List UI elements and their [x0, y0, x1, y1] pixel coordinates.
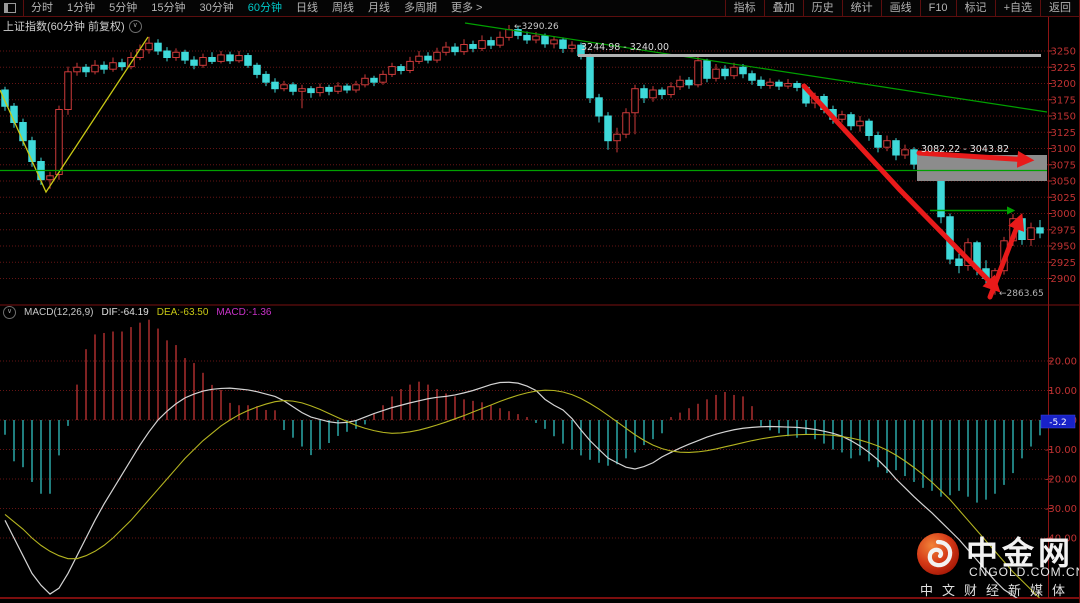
macd-indicator-label: MACD(12,26,9) — [24, 307, 93, 318]
candlesticks[interactable] — [2, 25, 1044, 295]
svg-text:2950: 2950 — [1051, 242, 1076, 253]
svg-text:3000: 3000 — [1051, 209, 1076, 220]
instrument-title: 上证指数(60分钟 前复权) — [3, 18, 125, 34]
dif-line — [5, 382, 1040, 603]
svg-text:3225: 3225 — [1051, 63, 1076, 74]
svg-text:10.00: 10.00 — [1048, 386, 1077, 397]
svg-text:2900: 2900 — [1051, 274, 1076, 285]
drawing-annotations[interactable] — [0, 23, 1047, 297]
dea-line — [5, 390, 1040, 598]
macd-grid: 20.0010.000.00-10.00-20.00-30.00-40.00 — [0, 357, 1077, 545]
svg-text:3082.22 - 3043.82: 3082.22 - 3043.82 — [921, 144, 1009, 155]
svg-text:←3290.26: ←3290.26 — [514, 22, 559, 32]
svg-text:2925: 2925 — [1051, 258, 1076, 269]
svg-text:-5.2: -5.2 — [1049, 418, 1067, 428]
macd-macd-value: MACD:-1.36 — [216, 307, 271, 318]
svg-text:3250: 3250 — [1051, 47, 1076, 58]
cngold-watermark: 中金网 CNGOLD.COM.CN 中文财经新媒体 — [896, 524, 1080, 602]
svg-text:3244.98 - 3240.00: 3244.98 - 3240.00 — [581, 42, 669, 53]
svg-text:-30.00: -30.00 — [1045, 504, 1077, 515]
svg-text:-20.00: -20.00 — [1045, 475, 1077, 486]
trading-app-window: 分时1分钟5分钟15分钟30分钟60分钟日线周线月线多周期更多 > 指标叠加历史… — [0, 0, 1080, 603]
macd-value-tag: -5.2 — [1041, 415, 1075, 428]
svg-text:3100: 3100 — [1051, 144, 1076, 155]
macd-lines — [5, 382, 1040, 603]
chart-canvas[interactable]: 3250 3225 3200 3175 3150 3125 3100 3075 3050 3025… — [0, 0, 1080, 603]
svg-text:3050: 3050 — [1051, 177, 1076, 188]
price-grid: 3250 3225 3200 3175 3150 3125 3100 3075 3050 3025… — [0, 47, 1076, 286]
svg-text:-10.00: -10.00 — [1045, 445, 1077, 456]
svg-text:3175: 3175 — [1051, 95, 1076, 106]
watermark-tagline: 中文财经新媒体 — [920, 580, 1074, 599]
macd-dif-value: DIF:-64.19 — [101, 307, 148, 318]
price-pane-header: 上证指数(60分钟 前复权) — [3, 18, 142, 34]
cngold-logo-icon — [916, 532, 960, 576]
macd-dea-value: DEA:-63.50 — [157, 307, 209, 318]
collapse-pane-icon[interactable] — [129, 20, 142, 33]
svg-text:←2863.65: ←2863.65 — [999, 289, 1044, 299]
svg-text:2975: 2975 — [1051, 225, 1076, 236]
svg-text:3075: 3075 — [1051, 160, 1076, 171]
svg-text:3025: 3025 — [1051, 193, 1076, 204]
svg-text:3200: 3200 — [1051, 79, 1076, 90]
macd-pane-header: MACD(12,26,9) DIF:-64.19 DEA:-63.50 MACD… — [3, 306, 271, 319]
svg-text:3150: 3150 — [1051, 112, 1076, 123]
svg-text:20.00: 20.00 — [1048, 357, 1077, 368]
watermark-site: CNGOLD.COM.CN — [969, 565, 1080, 579]
svg-text:3125: 3125 — [1051, 128, 1076, 139]
collapse-macd-icon[interactable] — [3, 306, 16, 319]
macd-histogram — [5, 320, 1040, 503]
